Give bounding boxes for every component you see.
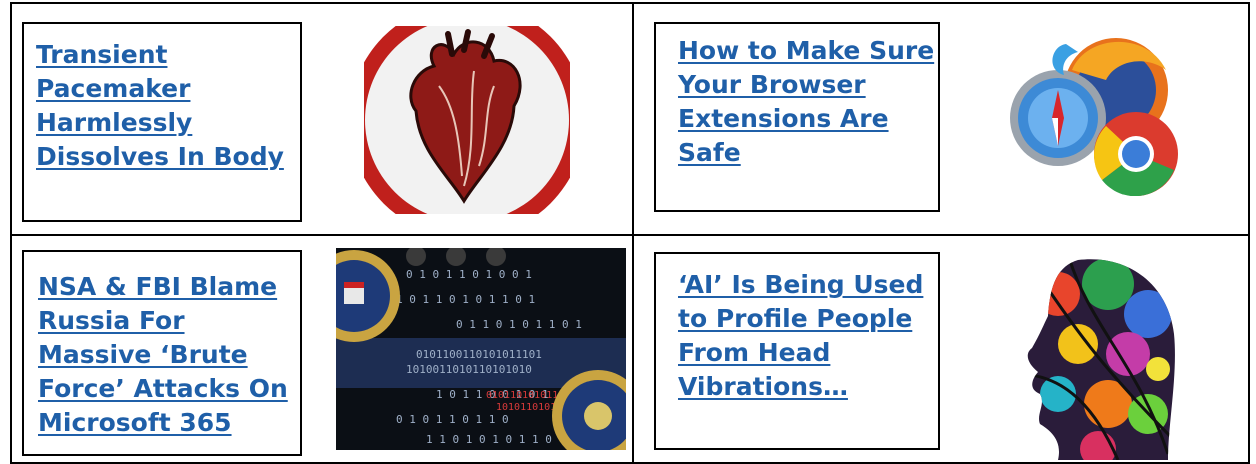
article-textbox: Transient Pacemaker Harmlessly Dissolves…	[22, 22, 302, 222]
browser-logos-image[interactable]	[1006, 30, 1188, 196]
article-textbox: How to Make Sure Your Browser Extensions…	[654, 22, 940, 212]
svg-text:0 1 1 0 1 0 1 1 0 1: 0 1 1 0 1 0 1 1 0 1	[456, 318, 582, 331]
article-cell-nsa-fbi: NSA & FBI Blame Russia For Massive ‘Brut…	[12, 236, 632, 462]
svg-text:010110101011: 010110101011	[486, 390, 558, 401]
article-link-line[interactable]: NSA & FBI Blame	[38, 272, 277, 302]
article-link-line[interactable]: Force’ Attacks On	[38, 374, 288, 404]
article-link-line[interactable]: Your Browser	[678, 70, 866, 100]
article-link-line[interactable]: Safe	[678, 138, 741, 168]
article-link-line[interactable]: From Head	[678, 338, 830, 368]
article-cell-pacemaker: Transient Pacemaker Harmlessly Dissolves…	[12, 4, 632, 234]
article-link-line[interactable]: Vibrations…	[678, 372, 848, 402]
svg-text:0 1 0 1 1 0 1 1 0: 0 1 0 1 1 0 1 1 0	[396, 413, 509, 426]
article-link-line[interactable]: Harmlessly	[36, 108, 192, 138]
article-link-line[interactable]: Russia For	[38, 306, 185, 336]
colorful-head-profile-image[interactable]	[1018, 254, 1182, 460]
article-grid: Transient Pacemaker Harmlessly Dissolves…	[0, 0, 1256, 464]
article-link-line[interactable]: Extensions Are	[678, 104, 889, 134]
article-cell-browser: How to Make Sure Your Browser Extensions…	[634, 4, 1248, 234]
nsa-fbi-binary-image[interactable]: 0 1 0 1 1 0 1 0 0 1 1 0 1 1 0 1 0 1 1 0 …	[336, 248, 626, 450]
article-link-line[interactable]: How to Make Sure	[678, 36, 934, 66]
svg-text:0101100110101011101: 0101100110101011101	[416, 348, 542, 361]
article-textbox: ‘AI’ Is Being Used to Profile People Fro…	[654, 252, 940, 450]
article-link-line[interactable]: Transient	[36, 40, 167, 70]
article-link-line[interactable]: Pacemaker	[36, 74, 190, 104]
svg-text:0 1 0 1 1 0 1 0 0 1: 0 1 0 1 1 0 1 0 0 1	[406, 268, 532, 281]
article-link-line[interactable]: Dissolves In Body	[36, 142, 284, 172]
article-link-line[interactable]: Massive ‘Brute	[38, 340, 248, 370]
anatomical-heart-image[interactable]	[364, 26, 570, 214]
article-cell-ai-head: ‘AI’ Is Being Used to Profile People Fro…	[634, 236, 1248, 462]
article-link-line[interactable]: ‘AI’ Is Being Used	[678, 270, 923, 300]
svg-text:1 0 1 1 0 1 0 1 1 0 1: 1 0 1 1 0 1 0 1 1 0 1	[396, 293, 535, 306]
article-link-line[interactable]: to Profile People	[678, 304, 912, 334]
article-textbox: NSA & FBI Blame Russia For Massive ‘Brut…	[22, 250, 302, 456]
svg-text:1 1 0 1 0 1 0 1 1 0: 1 1 0 1 0 1 0 1 1 0	[426, 433, 552, 446]
svg-text:1010011010110101010: 1010011010110101010	[406, 363, 532, 376]
table-border-right	[1248, 2, 1250, 464]
article-link-line[interactable]: Microsoft 365	[38, 408, 232, 438]
